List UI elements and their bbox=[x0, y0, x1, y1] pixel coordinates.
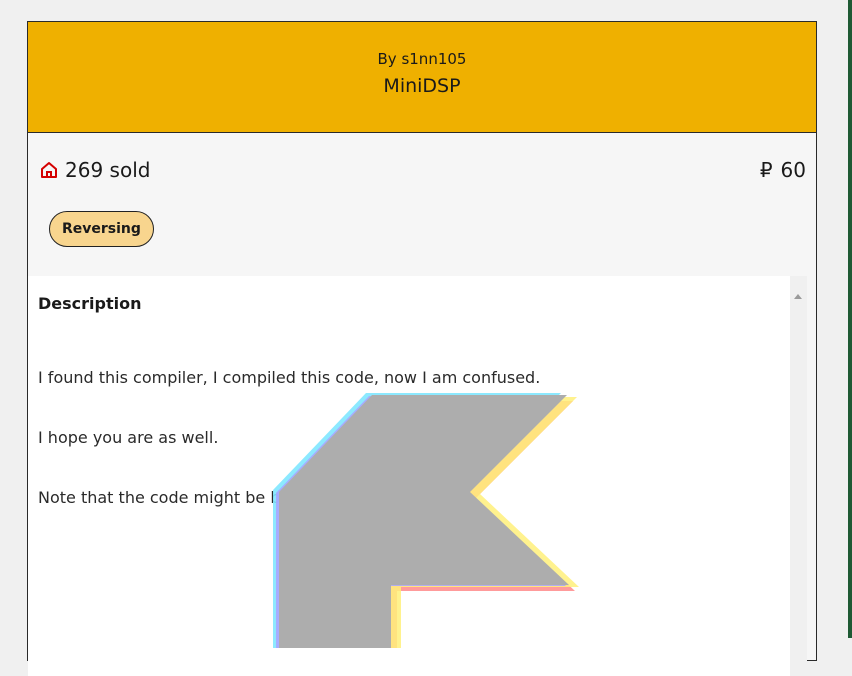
meta-row: 269 sold ₽60 bbox=[28, 158, 816, 186]
home-icon bbox=[41, 162, 57, 178]
triangle-up-icon[interactable] bbox=[794, 294, 802, 299]
challenge-card[interactable]: By s1nn105 MiniDSP 269 sold ₽60 Reversin… bbox=[27, 21, 817, 676]
description-scrollbar[interactable] bbox=[790, 276, 807, 676]
sold-count: 269 sold bbox=[39, 158, 150, 182]
description-line: Note that the code might be broken. bbox=[38, 488, 331, 507]
currency-icon: ₽ bbox=[759, 158, 773, 182]
description-line: I found this compiler, I compiled this c… bbox=[38, 368, 541, 387]
description-heading: Description bbox=[38, 294, 142, 313]
description-panel[interactable]: Description I found this compiler, I com… bbox=[28, 276, 790, 676]
card-header: By s1nn105 MiniDSP bbox=[28, 22, 816, 133]
description-line: I hope you are as well. bbox=[38, 428, 219, 447]
sold-text: 269 sold bbox=[65, 158, 151, 182]
window-edge bbox=[848, 0, 852, 638]
price-value: 60 bbox=[780, 158, 806, 182]
category-tag[interactable]: Reversing bbox=[49, 211, 154, 247]
price: ₽60 bbox=[760, 158, 806, 182]
challenge-title: MiniDSP bbox=[383, 75, 461, 97]
author-line: By s1nn105 bbox=[377, 50, 467, 68]
